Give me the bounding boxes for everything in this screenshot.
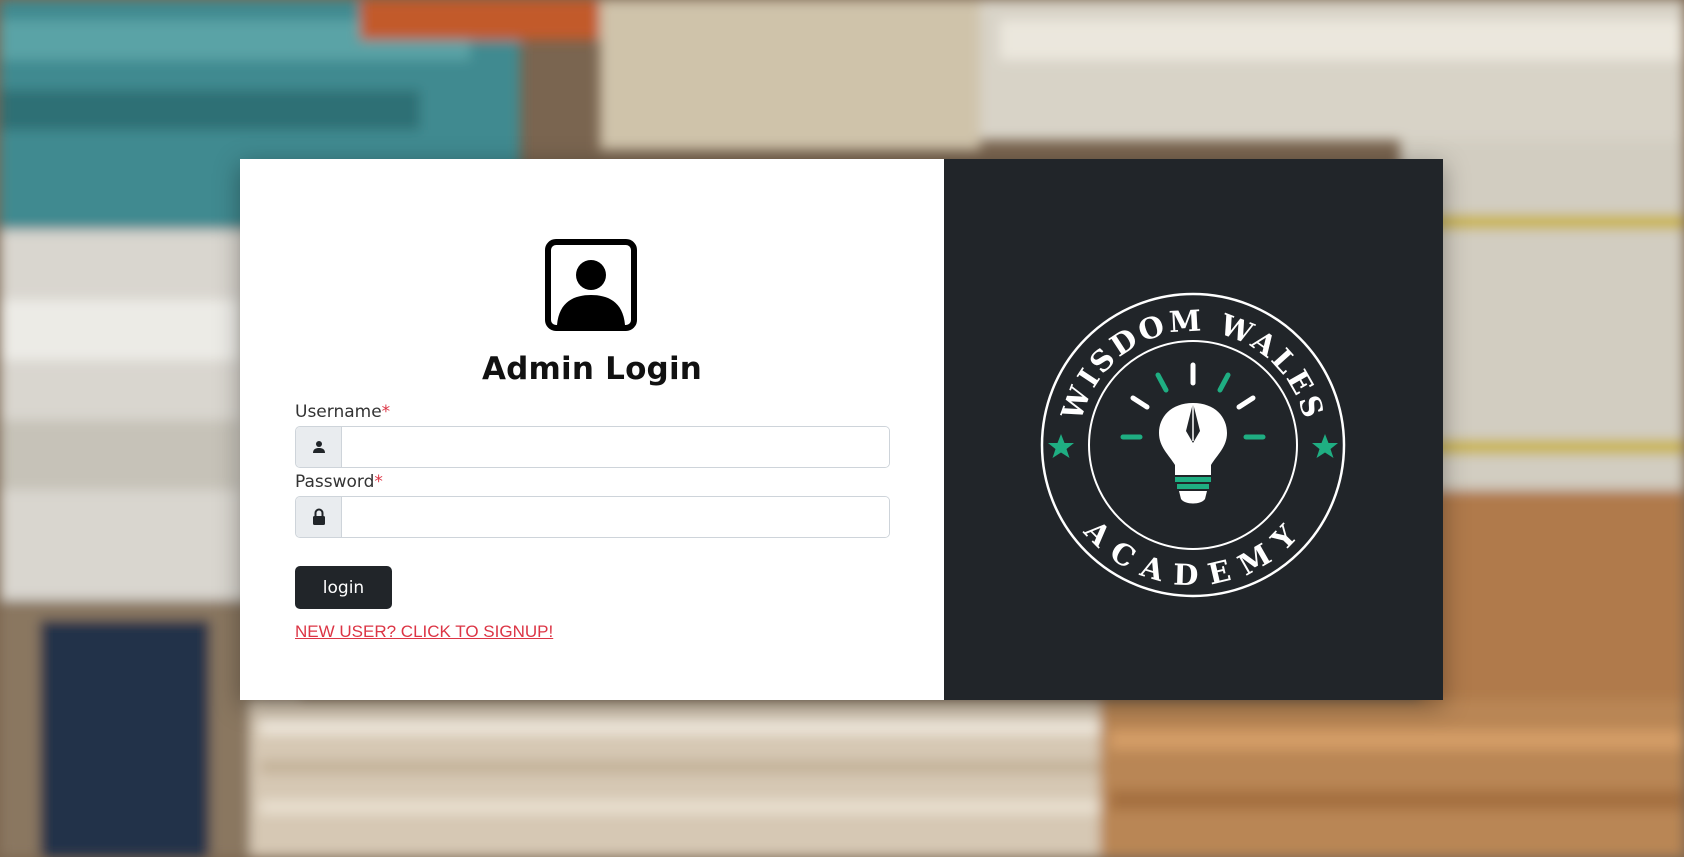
signup-link[interactable]: NEW USER? CLICK TO SIGNUP! bbox=[295, 622, 553, 642]
login-card: Admin Login Username* Password* login NE… bbox=[240, 159, 1443, 700]
login-button[interactable]: login bbox=[295, 566, 392, 609]
star-icon bbox=[1048, 434, 1074, 458]
password-label-text: Password bbox=[295, 472, 375, 492]
required-mark: * bbox=[374, 472, 383, 492]
username-label: Username* bbox=[295, 402, 390, 422]
password-input-group bbox=[295, 496, 890, 538]
password-addon bbox=[296, 497, 342, 537]
user-portrait-icon bbox=[545, 239, 637, 331]
username-input[interactable] bbox=[342, 427, 889, 467]
username-addon bbox=[296, 427, 342, 467]
academy-logo: WISDOM WALES ACADEMY bbox=[1040, 292, 1346, 598]
password-input[interactable] bbox=[342, 497, 889, 537]
brand-panel: WISDOM WALES ACADEMY bbox=[944, 159, 1443, 700]
person-icon bbox=[312, 441, 325, 453]
svg-text:ACADEMY: ACADEMY bbox=[1077, 513, 1308, 592]
star-icon bbox=[1312, 434, 1338, 458]
required-mark: * bbox=[381, 402, 391, 422]
password-label: Password* bbox=[295, 472, 383, 492]
username-input-group bbox=[295, 426, 890, 468]
login-form-panel: Admin Login Username* Password* login NE… bbox=[240, 159, 944, 700]
page-title: Admin Login bbox=[481, 351, 703, 387]
username-label-text: Username bbox=[295, 402, 382, 422]
lightbulb-icon bbox=[1120, 362, 1266, 504]
lock-icon bbox=[312, 508, 325, 525]
